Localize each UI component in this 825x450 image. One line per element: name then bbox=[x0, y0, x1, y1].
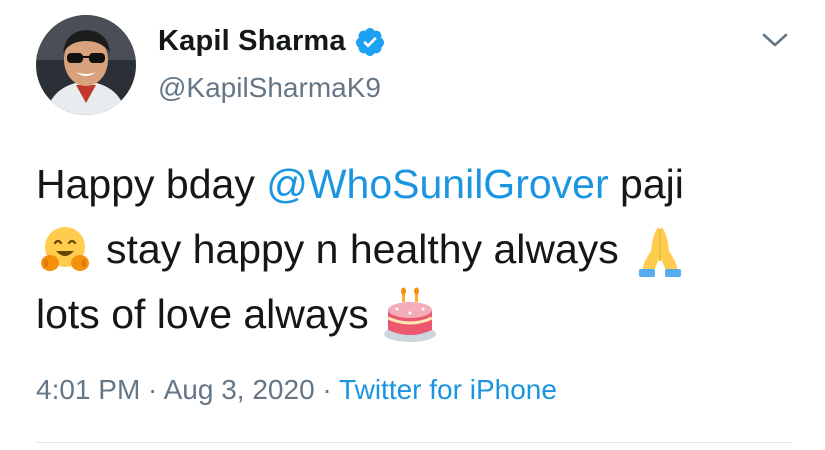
meta-separator: · bbox=[140, 374, 164, 405]
tweet-source-link[interactable]: Twitter for iPhone bbox=[339, 374, 557, 405]
tweet-meta: 4:01 PM · Aug 3, 2020 · Twitter for iPho… bbox=[36, 374, 557, 406]
birthday-cake-icon bbox=[381, 286, 439, 344]
tweet-date[interactable]: Aug 3, 2020 bbox=[164, 374, 315, 405]
chevron-down-icon[interactable] bbox=[758, 30, 792, 52]
display-name[interactable]: Kapil Sharma bbox=[158, 25, 346, 58]
meta-separator: · bbox=[314, 374, 340, 405]
tweet-text: Happy bday @WhoSunilGrover paji stay hap… bbox=[36, 152, 806, 347]
tweet-text-segment: paji bbox=[608, 161, 684, 207]
name-row: Kapil Sharma bbox=[158, 25, 386, 58]
user-handle[interactable]: @KapilSharmaK9 bbox=[158, 72, 381, 104]
tweet-line-3: lots of love always bbox=[36, 282, 806, 347]
tweet-card: Kapil Sharma @KapilSharmaK9 Happy bday @… bbox=[0, 0, 825, 450]
tweet-text-segment: Happy bday bbox=[36, 161, 267, 207]
folded-hands-icon bbox=[631, 221, 689, 279]
avatar[interactable] bbox=[36, 15, 136, 115]
mention-link[interactable]: @WhoSunilGrover bbox=[266, 152, 608, 217]
verified-badge-icon bbox=[354, 26, 386, 58]
hugging-face-icon bbox=[36, 221, 94, 279]
tweet-text-segment: stay happy n healthy always bbox=[106, 226, 619, 272]
tweet-time[interactable]: 4:01 PM bbox=[36, 374, 140, 405]
tweet-text-segment: lots of love always bbox=[36, 291, 369, 337]
divider bbox=[36, 442, 792, 443]
tweet-line-1: Happy bday @WhoSunilGrover paji bbox=[36, 152, 806, 217]
tweet-line-2: stay happy n healthy always bbox=[36, 217, 806, 282]
